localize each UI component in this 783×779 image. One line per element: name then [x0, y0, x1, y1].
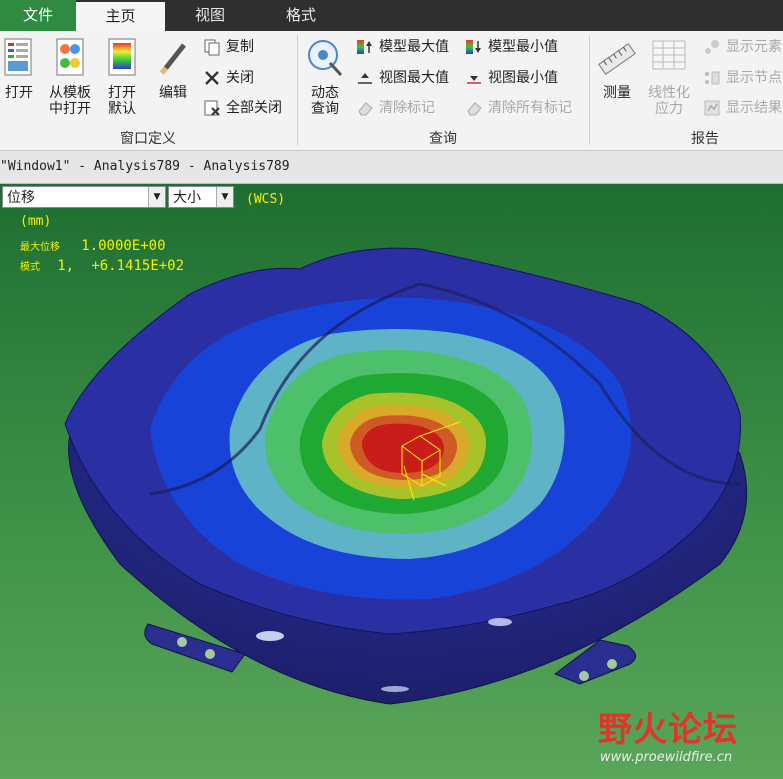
show-results-icon — [704, 100, 720, 116]
result-quantity-value: 位移 — [7, 190, 35, 206]
tab-format[interactable]: 格式 — [255, 0, 347, 31]
clear-marks-label: 清除标记 — [379, 100, 435, 116]
component-value: 大小 — [173, 190, 201, 206]
clear-all-marks-label: 清除所有标记 — [488, 100, 572, 116]
watermark-title: 野火论坛 — [598, 710, 738, 750]
result-viewport[interactable]: 位移 ▼ 大小 ▼ (WCS) (mm) 最大位移 1.0000E+00 模式 … — [0, 184, 783, 779]
result-quantity-select[interactable]: 位移 ▼ — [2, 186, 166, 208]
copy-icon — [204, 39, 220, 56]
eraser-icon — [358, 102, 373, 116]
close-all-icon — [204, 100, 220, 116]
close-label: 关闭 — [226, 70, 254, 86]
show-results-button[interactable]: 显示结果 — [703, 97, 782, 119]
edit-label: 编辑 — [159, 85, 187, 101]
open-default-label-2: 默认 — [108, 101, 136, 117]
linearize-label-1: 线性化 — [648, 85, 690, 101]
copy-button[interactable]: 复制 — [203, 36, 254, 58]
table-icon — [652, 40, 686, 70]
component-select[interactable]: 大小 ▼ — [168, 186, 234, 208]
model-min-button[interactable]: 模型最小值 — [465, 36, 558, 58]
open-button[interactable]: 打开 — [0, 37, 38, 101]
window-title: "Window1" - Analysis789 - Analysis789 — [0, 151, 783, 184]
dynamic-query-label-2: 查询 — [311, 101, 339, 117]
model-max-label: 模型最大值 — [379, 39, 449, 55]
mode-index: 1, — [57, 258, 75, 274]
edit-button[interactable]: 编辑 — [152, 37, 194, 101]
model-min-icon — [466, 40, 481, 54]
max-disp-value: 1.0000E+00 — [81, 238, 166, 254]
max-disp-label: 最大位移 — [20, 242, 60, 253]
pencil-icon — [160, 43, 186, 75]
dynamic-query-button[interactable]: 动态 查询 — [302, 37, 348, 117]
ribbon-tab-bar: 文件 主页 视图 格式 — [0, 0, 783, 31]
tab-file[interactable]: 文件 — [0, 0, 76, 31]
watermark-url: www.proewildfire.cn — [600, 750, 733, 765]
tab-view[interactable]: 视图 — [165, 0, 255, 31]
close-icon — [205, 71, 219, 85]
clear-all-marks-button[interactable]: 清除所有标记 — [465, 97, 572, 119]
show-elements-icon — [705, 40, 719, 54]
open-default-label-1: 打开 — [108, 85, 136, 101]
mode-label: 模式 — [20, 262, 40, 273]
linearize-label-2: 应力 — [655, 101, 683, 117]
view-max-label: 视图最大值 — [379, 70, 449, 86]
open-default-icon — [108, 38, 136, 76]
group-label-report: 报告 — [691, 131, 719, 147]
dynamic-query-icon — [308, 40, 343, 77]
view-min-button[interactable]: 视图最小值 — [465, 67, 558, 89]
template-icon — [56, 38, 84, 76]
show-elements-button[interactable]: 显示元素 — [703, 36, 782, 58]
open-from-template-button[interactable]: 从模板 中打开 — [44, 37, 96, 117]
mode-row: 模式 1, +6.1415E+02 — [20, 258, 184, 274]
unit-label: (mm) — [20, 214, 52, 229]
max-disp-row: 最大位移 1.0000E+00 — [20, 238, 166, 254]
coord-system-label: (WCS) — [246, 192, 286, 207]
clear-marks-button[interactable]: 清除标记 — [356, 97, 435, 119]
view-min-label: 视图最小值 — [488, 70, 558, 86]
close-all-label: 全部关闭 — [226, 100, 282, 116]
copy-label: 复制 — [226, 39, 254, 55]
measure-button[interactable]: 测量 — [594, 37, 640, 101]
eraser-all-icon — [467, 102, 482, 116]
view-max-icon — [358, 73, 372, 84]
view-min-icon — [467, 76, 481, 84]
group-label-window-def: 窗口定义 — [120, 131, 176, 147]
from-template-label-2: 中打开 — [49, 101, 91, 117]
close-button[interactable]: 关闭 — [203, 67, 254, 89]
chevron-down-icon[interactable]: ▼ — [216, 187, 233, 207]
from-template-label-1: 从模板 — [49, 85, 91, 101]
chevron-down-icon[interactable]: ▼ — [148, 187, 165, 207]
dynamic-query-label-1: 动态 — [311, 85, 339, 101]
tab-home[interactable]: 主页 — [76, 2, 165, 31]
show-elements-label: 显示元素 — [726, 39, 782, 55]
linearize-stress-button[interactable]: 线性化 应力 — [645, 37, 693, 117]
ruler-icon — [598, 43, 636, 75]
show-results-label: 显示结果 — [726, 100, 782, 116]
group-label-query: 查询 — [429, 131, 457, 147]
view-max-button[interactable]: 视图最大值 — [356, 67, 449, 89]
close-all-button[interactable]: 全部关闭 — [203, 97, 282, 119]
mode-value: +6.1415E+02 — [91, 258, 185, 274]
model-min-label: 模型最小值 — [488, 39, 558, 55]
forum-watermark: 野火论坛 — [598, 702, 738, 751]
model-max-icon — [357, 40, 372, 54]
open-label: 打开 — [5, 85, 33, 101]
open-default-button[interactable]: 打开 默认 — [100, 37, 144, 117]
show-nodes-icon — [705, 71, 720, 85]
open-window-icon — [4, 38, 32, 76]
model-max-button[interactable]: 模型最大值 — [356, 36, 449, 58]
show-nodes-label: 显示节点 — [726, 70, 782, 86]
show-nodes-button[interactable]: 显示节点 — [703, 67, 782, 89]
ribbon-panel: 打开 从模板 中打开 打开 默认 编辑 复制 关闭 全部关闭 窗口定义 动态 查… — [0, 31, 783, 151]
measure-label: 测量 — [603, 85, 631, 101]
